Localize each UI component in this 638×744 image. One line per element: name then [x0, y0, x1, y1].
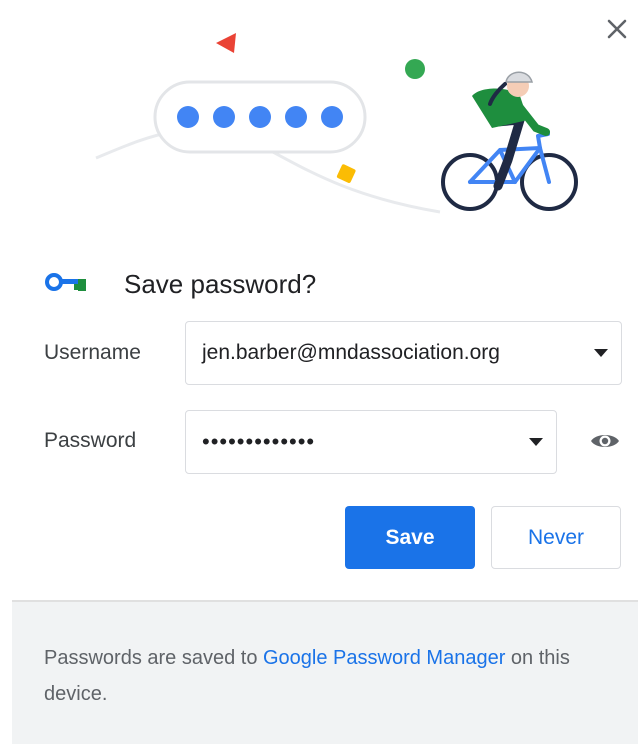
username-label: Username: [44, 341, 141, 364]
cyclist-illustration: [95, 33, 578, 214]
chevron-down-icon: [594, 349, 608, 357]
footer-text: Passwords are saved to Google Password M…: [44, 640, 624, 712]
dialog-footer: Passwords are saved to Google Password M…: [12, 600, 638, 744]
username-dropdown[interactable]: [581, 349, 621, 357]
chevron-down-icon: [529, 438, 543, 446]
never-button[interactable]: Never: [491, 506, 621, 569]
show-password-button[interactable]: [586, 427, 624, 455]
dialog-title: Save password?: [124, 269, 317, 299]
username-field[interactable]: jen.barber@mndassociation.org: [185, 321, 622, 385]
save-button[interactable]: Save: [345, 506, 475, 569]
eye-icon: [591, 435, 619, 447]
password-label: Password: [44, 429, 137, 452]
password-field[interactable]: •••••••••••••: [185, 410, 557, 474]
username-value: jen.barber@mndassociation.org: [202, 341, 500, 364]
key-icon: [45, 273, 86, 291]
password-dropdown[interactable]: [516, 438, 556, 446]
password-value: •••••••••••••: [202, 429, 316, 454]
password-manager-link[interactable]: Google Password Manager: [263, 647, 505, 669]
footer-text-before: Passwords are saved to: [44, 647, 263, 669]
